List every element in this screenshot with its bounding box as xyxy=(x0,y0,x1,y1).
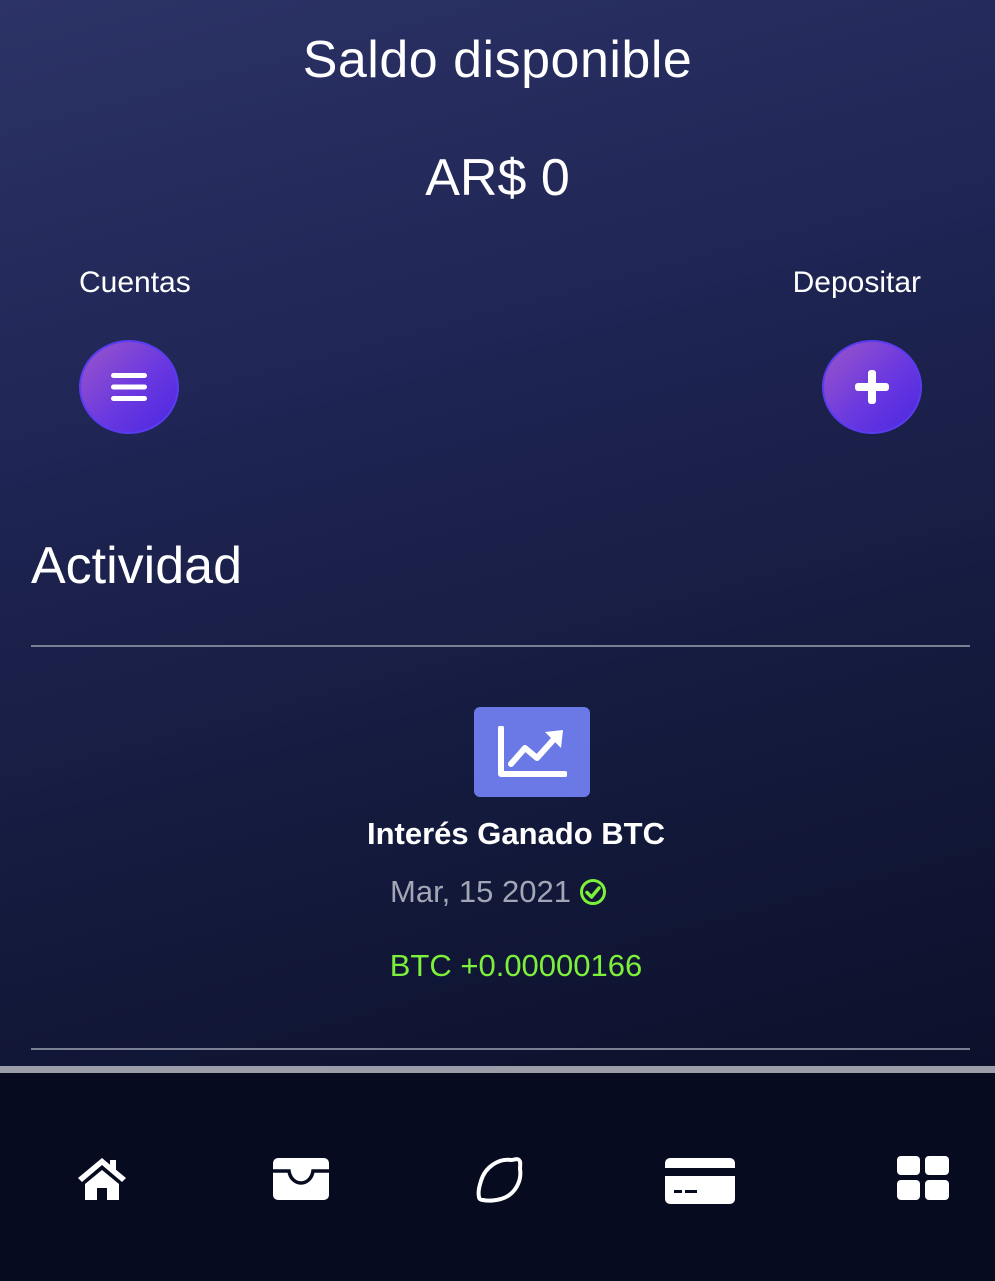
chart-line-icon xyxy=(474,707,590,797)
wallet-screen: Saldo disponible AR$ 0 Cuentas Depositar… xyxy=(0,0,995,1281)
accounts-label: Cuentas xyxy=(79,266,191,299)
menu-bars-icon xyxy=(111,373,147,401)
activity-divider-top xyxy=(31,645,970,647)
activity-divider-bottom xyxy=(31,1048,970,1050)
plus-icon xyxy=(855,370,889,404)
nav-lemon-button[interactable] xyxy=(474,1155,526,1205)
nav-home-button[interactable] xyxy=(76,1155,128,1203)
deposit-button[interactable] xyxy=(822,340,922,434)
wallet-icon xyxy=(273,1158,329,1200)
check-circle-icon xyxy=(579,879,606,905)
activity-section-title: Actividad xyxy=(31,537,242,595)
activity-amount: BTC +0.00000166 xyxy=(389,948,643,983)
activity-name: Interés Ganado BTC xyxy=(367,816,665,851)
nav-grid-button[interactable] xyxy=(896,1155,950,1201)
balance-title: Saldo disponible xyxy=(302,31,693,89)
accounts-button[interactable] xyxy=(79,340,179,434)
nav-wallet-button[interactable] xyxy=(272,1155,330,1203)
deposit-label: Depositar xyxy=(792,266,921,299)
home-icon xyxy=(78,1158,126,1200)
nav-separator xyxy=(0,1066,995,1073)
grid-icon xyxy=(897,1156,949,1200)
lemon-icon xyxy=(476,1157,523,1203)
activity-date: Mar, 15 2021 xyxy=(390,874,571,909)
balance-amount: AR$ 0 xyxy=(425,149,570,207)
activity-date-row: Mar, 15 2021 xyxy=(390,874,607,910)
credit-card-icon xyxy=(665,1158,735,1204)
bottom-nav xyxy=(0,1073,995,1281)
nav-card-button[interactable] xyxy=(663,1155,737,1207)
